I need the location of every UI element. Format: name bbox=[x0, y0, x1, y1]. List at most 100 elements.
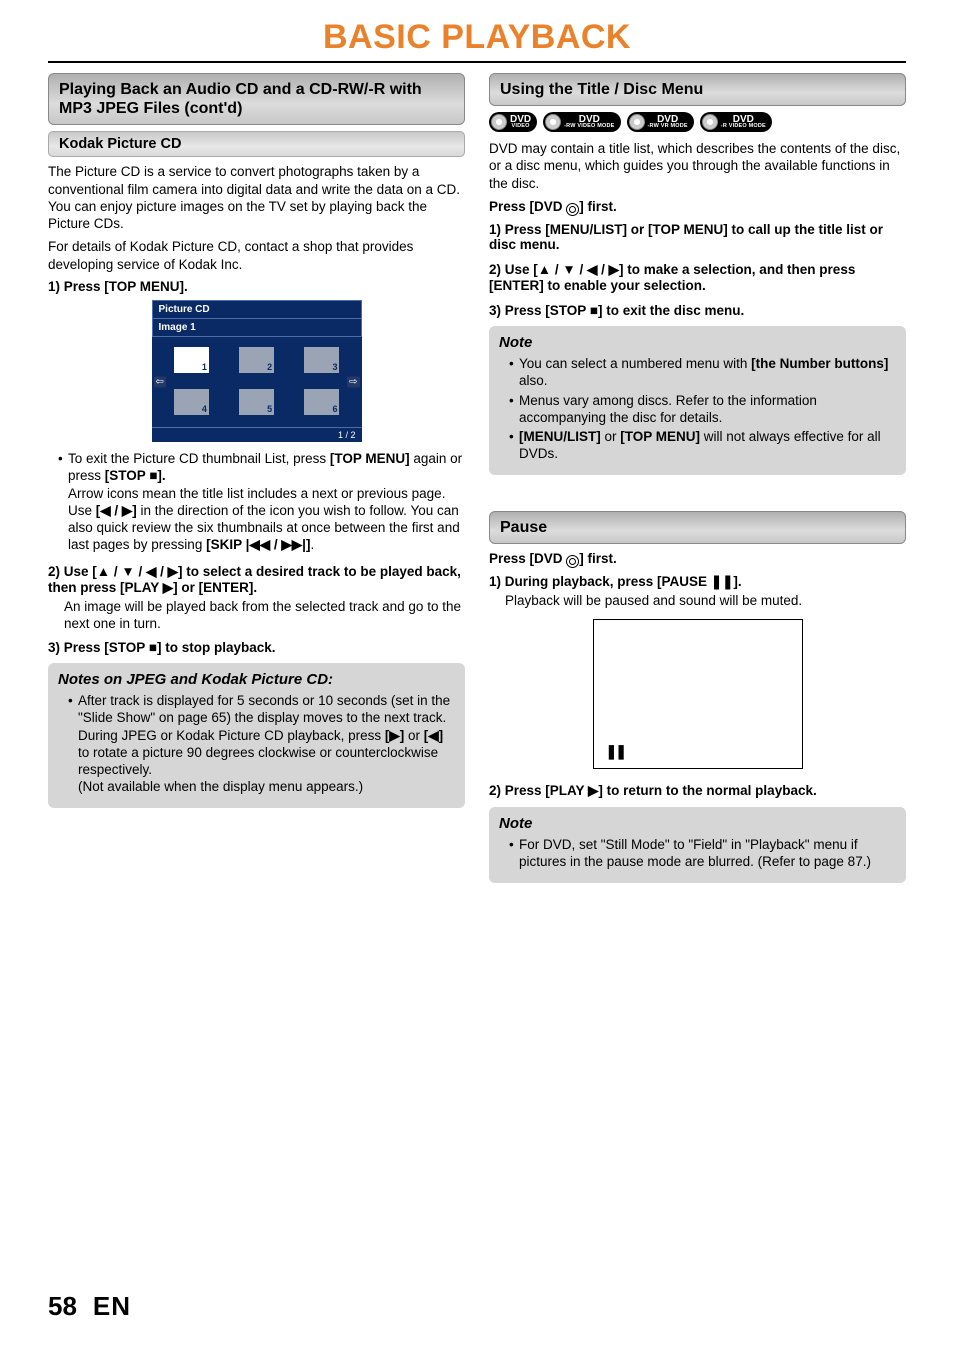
left-step-2-body: An image will be played back from the se… bbox=[64, 598, 465, 633]
picture-cd-subtitle: Image 1 bbox=[152, 319, 362, 337]
text-frag: During JPEG or Kodak Picture CD playback… bbox=[78, 728, 385, 743]
thumb-num: 1 bbox=[202, 362, 207, 372]
disc-icon bbox=[491, 114, 507, 130]
pause-step-1: 1) During playback, press [PAUSE ❚❚]. bbox=[489, 574, 906, 590]
thumb-num: 5 bbox=[267, 404, 272, 414]
tm-step-2: 2) Use [▲ / ▼ / ◀ / ▶] to make a selecti… bbox=[489, 262, 906, 293]
pause-note-box: Note • For DVD, set "Still Mode" to "Fie… bbox=[489, 807, 906, 883]
thumb-num: 3 bbox=[332, 362, 337, 372]
pause-icon: ❚❚ bbox=[606, 743, 625, 760]
left-step-2: 2) Use [▲ / ▼ / ◀ / ▶] to select a desir… bbox=[48, 564, 465, 596]
divider bbox=[48, 61, 906, 63]
tm-note-text: You can select a numbered menu with [the… bbox=[519, 355, 896, 390]
bullet-dot-icon: • bbox=[509, 428, 519, 463]
disc-icon bbox=[545, 114, 561, 130]
left-step-1: 1) Press [TOP MENU]. bbox=[48, 279, 465, 294]
kodak-para-1: The Picture CD is a service to convert p… bbox=[48, 163, 465, 232]
text-frag: . bbox=[310, 537, 314, 552]
pause-display-box: ❚❚ bbox=[593, 619, 803, 769]
thumb-num: 2 bbox=[267, 362, 272, 372]
tm-step-1: 1) Press [MENU/LIST] or [TOP MENU] to ca… bbox=[489, 222, 906, 252]
right-column: Using the Title / Disc Menu DVDVIDEO DVD… bbox=[489, 73, 906, 891]
notes-jpeg-box: Notes on JPEG and Kodak Picture CD: • Af… bbox=[48, 663, 465, 808]
notes-bullet-text: After track is displayed for 5 seconds o… bbox=[78, 692, 455, 796]
bullet-dot-icon: • bbox=[68, 692, 78, 796]
picture-cd-thumb: 1 bbox=[174, 347, 209, 373]
text-frag-bold: [MENU/LIST] bbox=[519, 429, 601, 444]
text-frag: also. bbox=[519, 373, 548, 388]
thumb-num: 4 bbox=[202, 404, 207, 414]
kodak-subheader: Kodak Picture CD bbox=[48, 131, 465, 157]
text-frag-bold: [STOP ■]. bbox=[105, 468, 166, 483]
dvd-r-video-badge: DVD-R VIDEO MODE bbox=[700, 112, 772, 132]
picture-cd-body: ⇦ ⇨ 1 2 3 4 5 6 bbox=[152, 337, 362, 427]
picture-cd-arrow-right-icon: ⇨ bbox=[347, 376, 359, 387]
text-frag-bold: [TOP MENU] bbox=[330, 451, 410, 466]
tm-note-bullet-3: • [MENU/LIST] or [TOP MENU] will not alw… bbox=[509, 428, 896, 463]
text-frag: to rotate a picture 90 degrees clockwise… bbox=[78, 745, 438, 777]
dvd-video-badge: DVDVIDEO bbox=[489, 112, 537, 132]
text-frag: You can select a numbered menu with bbox=[519, 356, 751, 371]
dvd-rw-video-badge: DVD-RW VIDEO MODE bbox=[543, 112, 620, 132]
tm-note-text: Menus vary among discs. Refer to the inf… bbox=[519, 392, 896, 427]
badge-sub: -RW VR MODE bbox=[648, 124, 688, 129]
picture-cd-title: Picture CD bbox=[152, 300, 362, 319]
bullet-dot-icon: • bbox=[509, 355, 519, 390]
left-section-heading: Playing Back an Audio CD and a CD-RW/-R … bbox=[48, 73, 465, 125]
pause-note-text: For DVD, set "Still Mode" to "Field" in … bbox=[519, 836, 896, 871]
pause-step-1-body: Playback will be paused and sound will b… bbox=[505, 592, 906, 609]
picture-cd-arrow-left-icon: ⇦ bbox=[154, 376, 166, 387]
title-menu-heading: Using the Title / Disc Menu bbox=[489, 73, 906, 106]
picture-cd-thumb: 5 bbox=[239, 389, 274, 415]
bullet-dot-icon: • bbox=[509, 836, 519, 871]
tm-note-bullet-1: • You can select a numbered menu with [t… bbox=[509, 355, 896, 390]
picture-cd-grid: 1 2 3 4 5 6 bbox=[156, 343, 358, 425]
text-frag: After track is displayed for 5 seconds o… bbox=[78, 693, 450, 725]
bullet-dot-icon: • bbox=[509, 392, 519, 427]
page-number: 58 bbox=[48, 1291, 77, 1322]
picture-cd-page-indicator: 1 / 2 bbox=[152, 427, 362, 442]
exit-bullet: • To exit the Picture CD thumbnail List,… bbox=[58, 450, 465, 554]
text-frag: (Not available when the display menu app… bbox=[78, 779, 363, 794]
text-frag: or bbox=[404, 728, 424, 743]
thumb-num: 6 bbox=[332, 404, 337, 414]
badge-sub: VIDEO bbox=[512, 124, 530, 129]
text-frag-bold: [TOP MENU] bbox=[620, 429, 700, 444]
media-badges: DVDVIDEO DVD-RW VIDEO MODE DVD-RW VR MOD… bbox=[489, 112, 906, 132]
tm-note-text: [MENU/LIST] or [TOP MENU] will not alway… bbox=[519, 428, 896, 463]
picture-cd-thumb: 6 bbox=[304, 389, 339, 415]
tm-note-box: Note • You can select a numbered menu wi… bbox=[489, 326, 906, 475]
pause-heading: Pause bbox=[489, 511, 906, 544]
exit-bullet-text: To exit the Picture CD thumbnail List, p… bbox=[68, 450, 465, 554]
left-column: Playing Back an Audio CD and a CD-RW/-R … bbox=[48, 73, 465, 891]
notes-bullet: • After track is displayed for 5 seconds… bbox=[68, 692, 455, 796]
page-lang: EN bbox=[93, 1291, 131, 1322]
notes-jpeg-title: Notes on JPEG and Kodak Picture CD: bbox=[58, 671, 455, 688]
dvd-rw-vr-badge: DVD-RW VR MODE bbox=[627, 112, 694, 132]
tm-note-title: Note bbox=[499, 334, 896, 351]
pause-note-title: Note bbox=[499, 815, 896, 832]
bullet-dot-icon: • bbox=[58, 450, 68, 554]
picture-cd-thumb: 2 bbox=[239, 347, 274, 373]
disc-icon bbox=[629, 114, 645, 130]
press-dvd-first: Press [DVD ] first. bbox=[489, 198, 906, 216]
pause-note-bullet: • For DVD, set "Still Mode" to "Field" i… bbox=[509, 836, 896, 871]
pause-step-2: 2) Press [PLAY ▶] to return to the norma… bbox=[489, 783, 906, 799]
left-step-3: 3) Press [STOP ■] to stop playback. bbox=[48, 640, 465, 655]
picture-cd-thumb: 4 bbox=[174, 389, 209, 415]
text-frag-bold: [◀] bbox=[424, 728, 443, 743]
tm-note-bullet-2: • Menus vary among discs. Refer to the i… bbox=[509, 392, 896, 427]
title-menu-para: DVD may contain a title list, which desc… bbox=[489, 140, 906, 192]
disc-icon bbox=[702, 114, 718, 130]
text-frag-bold: [the Number buttons] bbox=[751, 356, 888, 371]
columns: Playing Back an Audio CD and a CD-RW/-R … bbox=[48, 73, 906, 891]
text-frag-bold: [▶] bbox=[385, 728, 404, 743]
text-frag-bold: [SKIP |◀◀ / ▶▶|] bbox=[206, 537, 310, 552]
picture-cd-thumb: 3 bbox=[304, 347, 339, 373]
tm-step-3: 3) Press [STOP ■] to exit the disc menu. bbox=[489, 303, 906, 318]
badge-sub: -RW VIDEO MODE bbox=[564, 124, 614, 129]
page-title: BASIC PLAYBACK bbox=[48, 18, 906, 57]
pause-press-dvd-first: Press [DVD ] first. bbox=[489, 550, 906, 568]
footer: 58 EN bbox=[48, 1291, 131, 1322]
text-frag: To exit the Picture CD thumbnail List, p… bbox=[68, 451, 330, 466]
